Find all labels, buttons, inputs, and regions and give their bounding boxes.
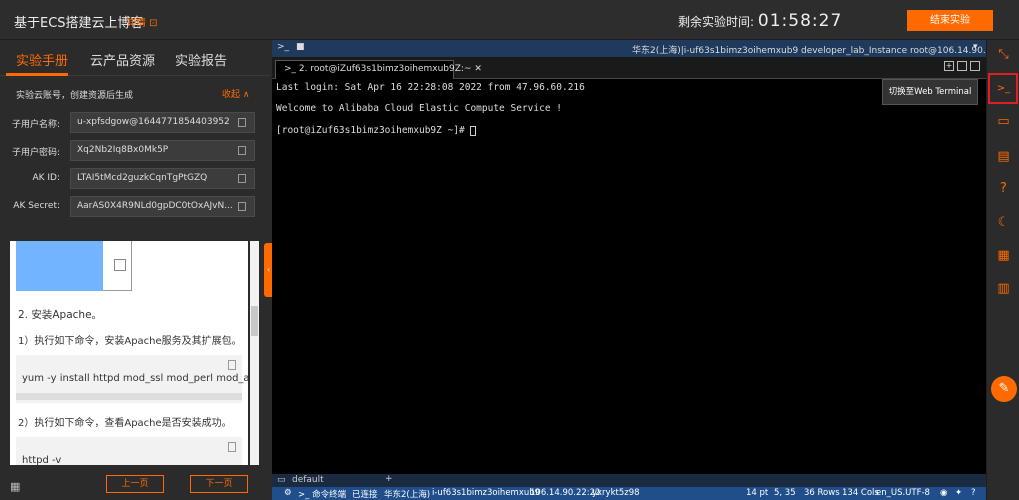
screenshot-image <box>16 241 103 291</box>
field-label-akid: AK ID: <box>32 173 60 183</box>
doc-scrollbar[interactable] <box>250 241 259 465</box>
status-rows: 36 Rows <box>804 488 840 498</box>
status-user: yxrykt5z98 <box>592 488 640 498</box>
terminal-icon[interactable]: >_ <box>277 42 289 52</box>
horizontal-scrollbar[interactable] <box>16 393 242 400</box>
prev-page-button[interactable]: 上一页 <box>106 475 164 493</box>
active-tab-indicator <box>6 73 68 76</box>
copy-icon[interactable] <box>228 360 236 370</box>
countdown-timer: 剩余实验时间: 01:58:27 <box>678 11 843 31</box>
status-cols: 134 Cols <box>842 488 879 498</box>
close-icon[interactable]: ✕ <box>474 64 482 74</box>
terminal-icon: >_ <box>284 64 299 74</box>
right-toolbar: ⤡ >_ ▭ ▤ ? ☾ ▦ ▥ ✎ <box>986 40 1019 500</box>
instance-info: 华东2(上海)|i-uf63s1bimz3oihemxub9 developer… <box>632 46 998 56</box>
terminal-line: Welcome to Alibaba Cloud Elastic Compute… <box>276 103 562 114</box>
cursor <box>470 125 477 136</box>
lab-manual-content: 2. 安装Apache。 1）执行如下命令，安装Apache服务及其扩展包。 y… <box>10 241 248 465</box>
lab-title: 基于ECS搭建云上博客 <box>14 16 144 31</box>
monitor-icon[interactable]: ▭ <box>995 113 1012 130</box>
status-encoding[interactable]: en_US.UTF-8 <box>876 488 930 498</box>
code-text: yum -y install httpd mod_ssl mod_perl mo… <box>22 373 248 384</box>
fullscreen-icon[interactable]: ⤡ <box>995 46 1012 63</box>
code-block[interactable]: httpd -v <box>16 437 242 465</box>
pin-icon[interactable]: ✦ <box>955 488 962 498</box>
account-title: 实验云账号，创建资源后生成 <box>16 91 134 101</box>
username-field[interactable]: u-xpfsdgow@1644771854403952 <box>70 112 255 133</box>
scrollbar-thumb[interactable] <box>251 306 258 336</box>
session-bar: ▭ default + <box>272 474 986 487</box>
field-label-aksecret: AK Secret: <box>13 201 60 211</box>
field-label-username: 子用户名称: <box>11 120 60 130</box>
field-label-password: 子用户密码: <box>11 148 60 158</box>
status-type: >_ 命令终端 <box>298 490 347 500</box>
step-text: 1）执行如下命令，安装Apache服务及其扩展包。 <box>18 336 242 347</box>
collapse-toggle[interactable]: 收起 ∧ <box>222 87 249 100</box>
edit-note-icon[interactable]: ✎ <box>991 376 1017 402</box>
help-icon[interactable]: ? <box>971 488 976 498</box>
detail-link[interactable]: 详情 ⊡ <box>126 14 158 29</box>
group-icon[interactable]: ▥ <box>995 280 1012 297</box>
step-heading: 2. 安装Apache。 <box>18 309 103 321</box>
session-tab[interactable]: default <box>292 475 324 485</box>
grid-icon[interactable]: ▦ <box>10 480 20 493</box>
status-font-size[interactable]: 14 pt <box>746 488 768 498</box>
timer-hours: 01 <box>757 11 782 31</box>
terminal-panel[interactable]: >_ ■ 华东2(上海)|i-uf63s1bimz3oihemxub9 deve… <box>272 40 997 500</box>
timer-seconds: 27 <box>818 11 843 31</box>
notification-icon[interactable]: ◉ <box>940 488 947 498</box>
status-region: 华东2(上海) <box>384 490 431 500</box>
tab-cloud-resources[interactable]: 云产品资源 <box>90 50 155 69</box>
password-field[interactable]: Xq2Nb2Iq8Bx0Mk5P <box>70 140 255 161</box>
status-cursor-pos: 5, 35 <box>774 488 796 498</box>
copy-icon[interactable] <box>228 442 236 452</box>
tab-lab-manual[interactable]: 实验手册 <box>16 50 68 69</box>
status-instance: i-uf63s1bimz3oihemxub9 <box>432 488 541 498</box>
folder-icon[interactable]: ■ <box>296 42 305 52</box>
expand-icon[interactable]: ▾ <box>973 42 978 52</box>
copy-icon[interactable] <box>238 118 246 127</box>
left-tabs: 实验手册 云产品资源 实验报告 <box>0 40 270 76</box>
moon-icon[interactable]: ☾ <box>995 214 1012 231</box>
copy-icon[interactable] <box>238 202 246 211</box>
status-ip: 106.14.90.22:22 <box>530 488 601 498</box>
code-text: httpd -v <box>22 455 62 465</box>
store-icon[interactable]: ▤ <box>995 148 1012 165</box>
qr-code-icon[interactable]: ▦ <box>995 247 1012 264</box>
web-terminal-icon[interactable]: >_ <box>995 80 1012 97</box>
status-connection: 已连接 <box>352 490 378 500</box>
add-session-icon[interactable]: + <box>385 474 393 484</box>
add-tab-icon[interactable]: + <box>944 61 954 71</box>
terminal-status-bar: ⚙ >_ 命令终端 已连接 华东2(上海) i-uf63s1bimz3oihem… <box>272 487 986 500</box>
terminal-icon: ▭ <box>277 475 286 485</box>
next-page-button[interactable]: 下一页 <box>190 475 248 493</box>
terminal-header: >_ ■ 华东2(上海)|i-uf63s1bimz3oihemxub9 deve… <box>272 40 997 57</box>
ak-secret-field[interactable]: AarAS0X4R9NLd0gpDC0tOxAJvN... <box>70 196 255 217</box>
tab-lab-report[interactable]: 实验报告 <box>175 50 227 69</box>
split-vertical-icon[interactable] <box>957 61 967 71</box>
ak-id-field[interactable]: LTAI5tMcd2guzkCqnTgPtGZQ <box>70 168 255 189</box>
end-lab-button[interactable]: 结束实验 <box>907 10 993 31</box>
terminal-tabs: >_ 2. root@iZuf63s1bimz3oihemxub9Z:~ ✕ + <box>272 57 986 79</box>
chevron-up-icon: ∧ <box>242 90 250 100</box>
split-horizontal-icon[interactable] <box>970 61 980 71</box>
help-circle-icon[interactable]: ? <box>995 180 1012 197</box>
remaining-label: 剩余实验时间: <box>678 15 755 29</box>
code-block[interactable]: yum -y install httpd mod_ssl mod_perl mo… <box>16 355 248 403</box>
copy-icon[interactable] <box>238 146 246 155</box>
terminal-tab[interactable]: >_ 2. root@iZuf63s1bimz3oihemxub9Z:~ ✕ <box>275 60 482 79</box>
step-text: 2）执行如下命令，查看Apache是否安装成功。 <box>18 418 232 429</box>
settings-icon[interactable]: ⚙ <box>284 488 292 498</box>
copy-icon[interactable] <box>238 174 246 183</box>
top-bar: 基于ECS搭建云上博客 详情 ⊡ 剩余实验时间: 01:58:27 结束实验 <box>0 0 1019 40</box>
qr-icon <box>114 259 126 271</box>
terminal-line: Last login: Sat Apr 16 22:28:08 2022 fro… <box>276 82 585 93</box>
chevron-left-icon: ‹ <box>266 265 271 274</box>
tooltip-web-terminal: 切换至Web Terminal <box>882 79 978 105</box>
timer-minutes: 58 <box>788 11 812 31</box>
terminal-prompt[interactable]: [root@iZuf63s1bimz3oihemxub9Z ~]# <box>276 125 477 136</box>
